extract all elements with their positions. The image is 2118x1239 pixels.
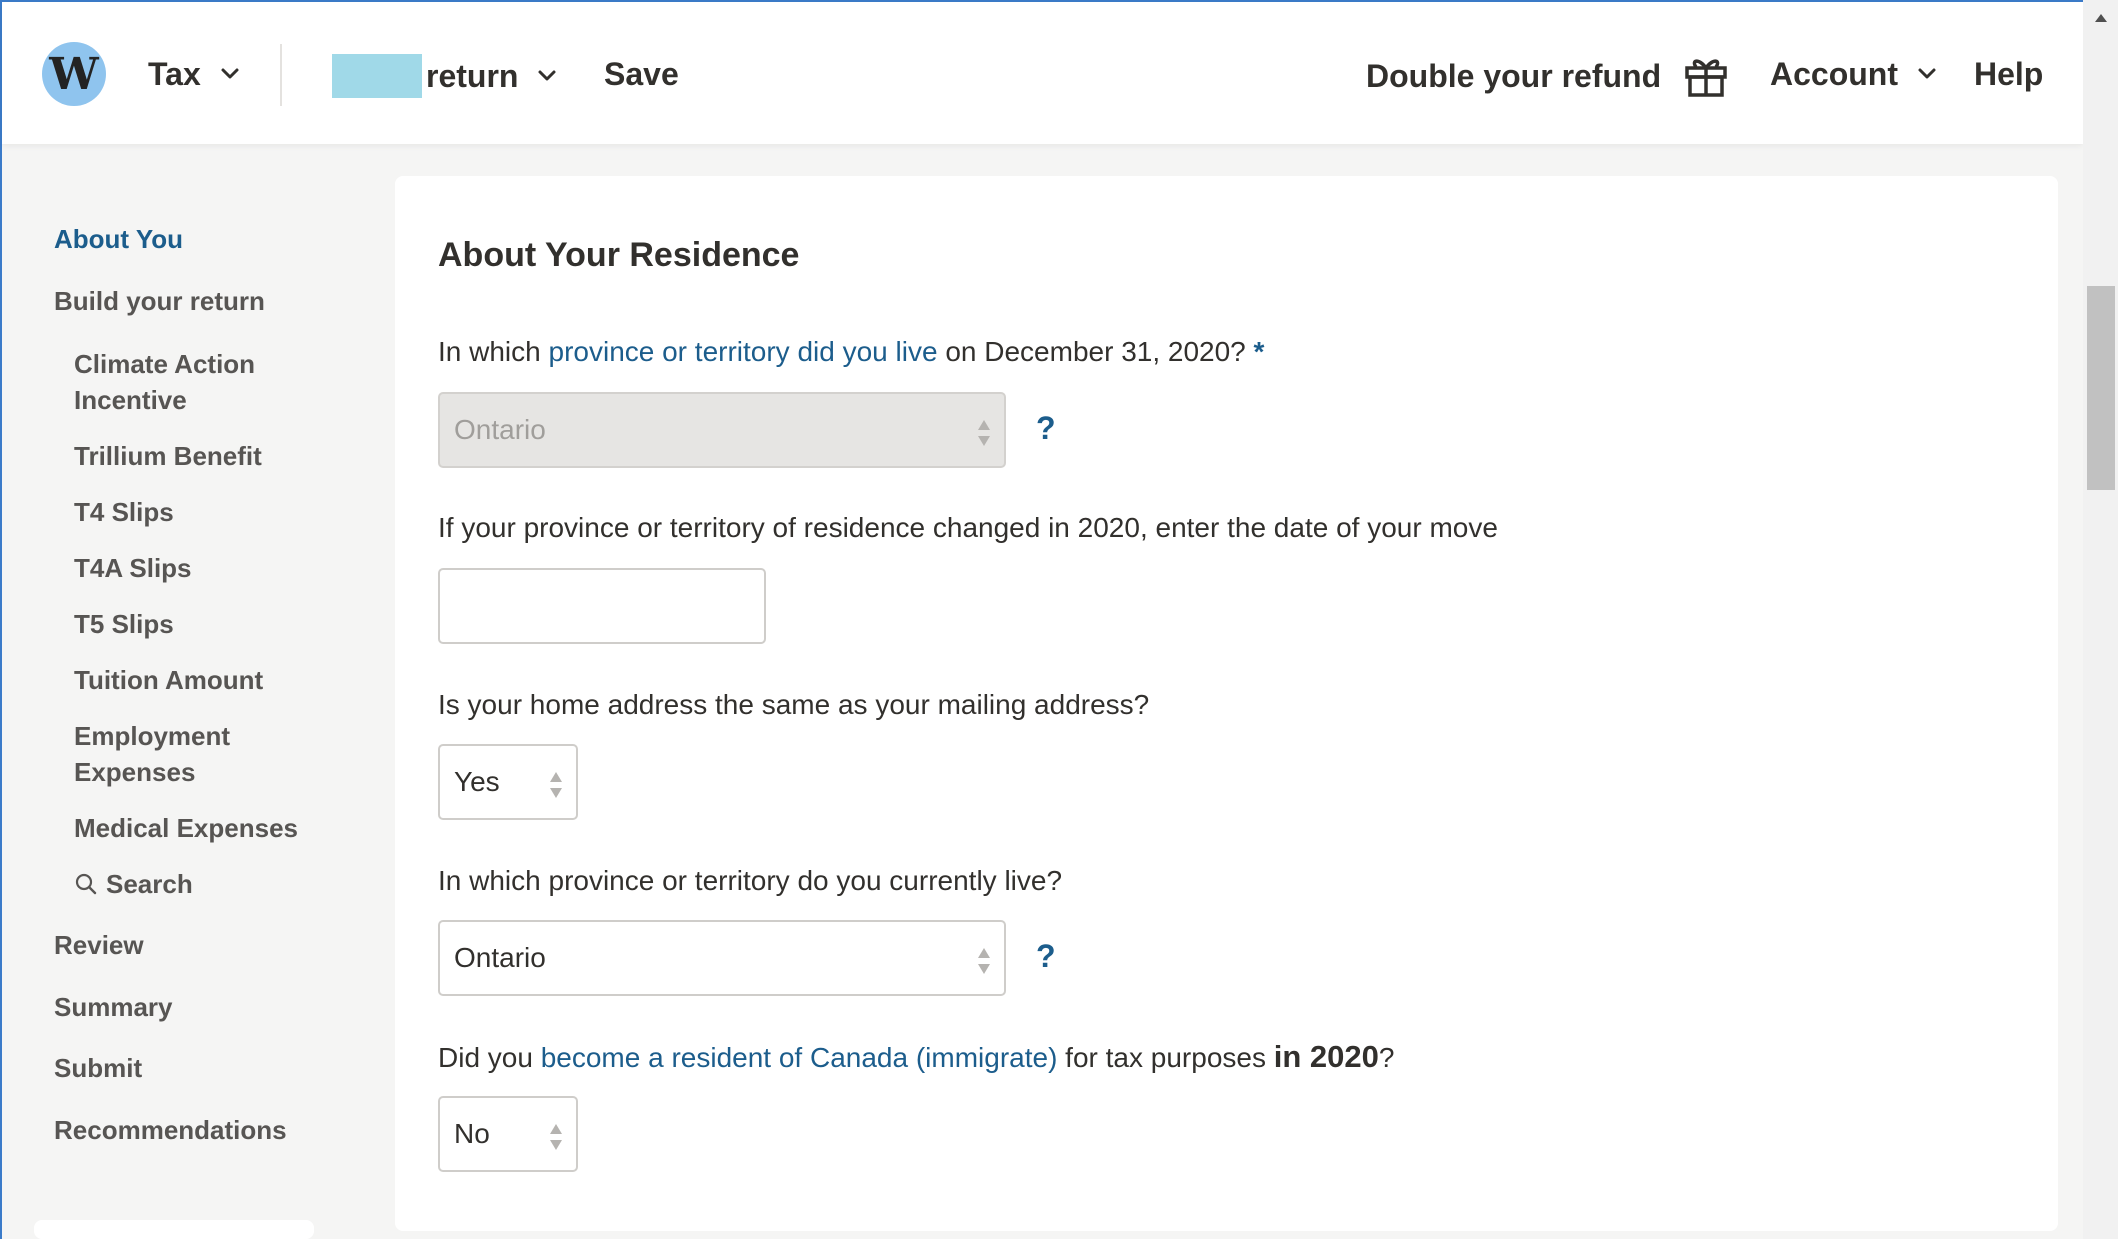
sidebar-item-medical-expenses[interactable]: Medical Expenses: [74, 810, 374, 846]
gift-icon: [1685, 59, 1727, 97]
top-header: W Tax return Save Double your refund Acc…: [2, 2, 2083, 144]
current-province-select[interactable]: Ontario: [438, 920, 1006, 996]
province-dec31-select[interactable]: Ontario: [438, 392, 1006, 468]
immigrate-select[interactable]: No: [438, 1096, 578, 1172]
question-text: In which: [438, 336, 549, 367]
page-scrollbar[interactable]: [2083, 0, 2118, 1239]
sidebar-item-employment-expenses[interactable]: Employment Expenses: [74, 718, 334, 790]
sidebar-item-recommendations[interactable]: Recommendations: [54, 1115, 287, 1146]
question-current-province: In which province or territory do you cu…: [438, 865, 1063, 896]
select-value: No: [454, 1118, 490, 1149]
move-date-input[interactable]: [438, 568, 766, 644]
double-refund-link[interactable]: Double your refund: [1366, 54, 1729, 98]
question-text: Did you: [438, 1042, 541, 1073]
sidebar-item-climate-action-incentive[interactable]: Climate Action Incentive: [74, 346, 334, 418]
help-link[interactable]: Help: [1974, 54, 2043, 94]
sidebar-item-about-you[interactable]: About You: [54, 224, 183, 255]
question-immigrate: Did you become a resident of Canada (imm…: [438, 1039, 1394, 1076]
updown-arrows-icon: [978, 420, 990, 446]
header-divider: [280, 44, 282, 106]
sidebar-search-label: Search: [106, 869, 193, 899]
account-menu[interactable]: Account: [1770, 54, 1942, 94]
question-province-dec31: In which province or territory did you l…: [438, 334, 1264, 370]
select-value: Yes: [454, 766, 500, 797]
account-menu-label: Account: [1770, 56, 1898, 92]
updown-arrows-icon: [550, 772, 562, 798]
question-text: for tax purposes: [1057, 1042, 1274, 1073]
help-question-icon[interactable]: ?: [1036, 410, 1056, 447]
chevron-down-icon: [1918, 68, 1936, 79]
sidebar-item-build-your-return[interactable]: Build your return: [54, 286, 265, 317]
search-icon: [75, 873, 97, 895]
save-button[interactable]: Save: [604, 54, 679, 94]
chevron-down-icon: [538, 70, 556, 81]
sidebar-item-review[interactable]: Review: [54, 930, 144, 961]
sidebar-item-search[interactable]: Search: [74, 866, 334, 902]
sidebar-item-submit[interactable]: Submit: [54, 1053, 142, 1084]
window-frame-left: [0, 0, 2, 1239]
sidebar-item-t4-slips[interactable]: T4 Slips: [74, 494, 334, 530]
sidebar-item-t5-slips[interactable]: T5 Slips: [74, 606, 334, 642]
sidebar-item-t4a-slips[interactable]: T4A Slips: [74, 550, 334, 586]
required-marker: *: [1253, 336, 1265, 367]
scrollbar-thumb[interactable]: [2087, 286, 2115, 490]
return-menu-label: return: [426, 58, 519, 94]
sidebar-item-tuition-amount[interactable]: Tuition Amount: [74, 662, 334, 698]
tax-menu[interactable]: Tax: [148, 54, 245, 94]
question-same-address: Is your home address the same as your ma…: [438, 689, 1150, 720]
immigrate-link[interactable]: become a resident of Canada (immigrate): [541, 1042, 1058, 1073]
updown-arrows-icon: [978, 948, 990, 974]
return-menu[interactable]: return: [332, 54, 562, 98]
wealthsimple-logo[interactable]: W: [42, 42, 106, 106]
select-value: Ontario: [454, 414, 546, 445]
help-question-icon[interactable]: ?: [1036, 938, 1056, 975]
scroll-up-arrow-icon[interactable]: [2083, 0, 2118, 36]
double-refund-label: Double your refund: [1366, 58, 1662, 94]
section-title: About Your Residence: [438, 236, 800, 274]
tax-menu-label: Tax: [148, 56, 201, 92]
province-territory-link[interactable]: province or territory did you live: [549, 336, 938, 367]
question-text: on December 31, 2020?: [937, 336, 1246, 367]
question-move-date: If your province or territory of residen…: [438, 512, 1498, 543]
question-emphasis: in 2020: [1273, 1039, 1379, 1074]
question-text: ?: [1378, 1042, 1395, 1073]
select-value: Ontario: [454, 942, 546, 973]
same-address-select[interactable]: Yes: [438, 744, 578, 820]
chevron-down-icon: [221, 68, 239, 79]
updown-arrows-icon: [550, 1124, 562, 1150]
sidebar-card: [34, 1220, 314, 1239]
sidebar-item-trillium-benefit[interactable]: Trillium Benefit: [74, 438, 334, 474]
redacted-name: [332, 54, 422, 98]
sidebar-item-summary[interactable]: Summary: [54, 992, 173, 1023]
